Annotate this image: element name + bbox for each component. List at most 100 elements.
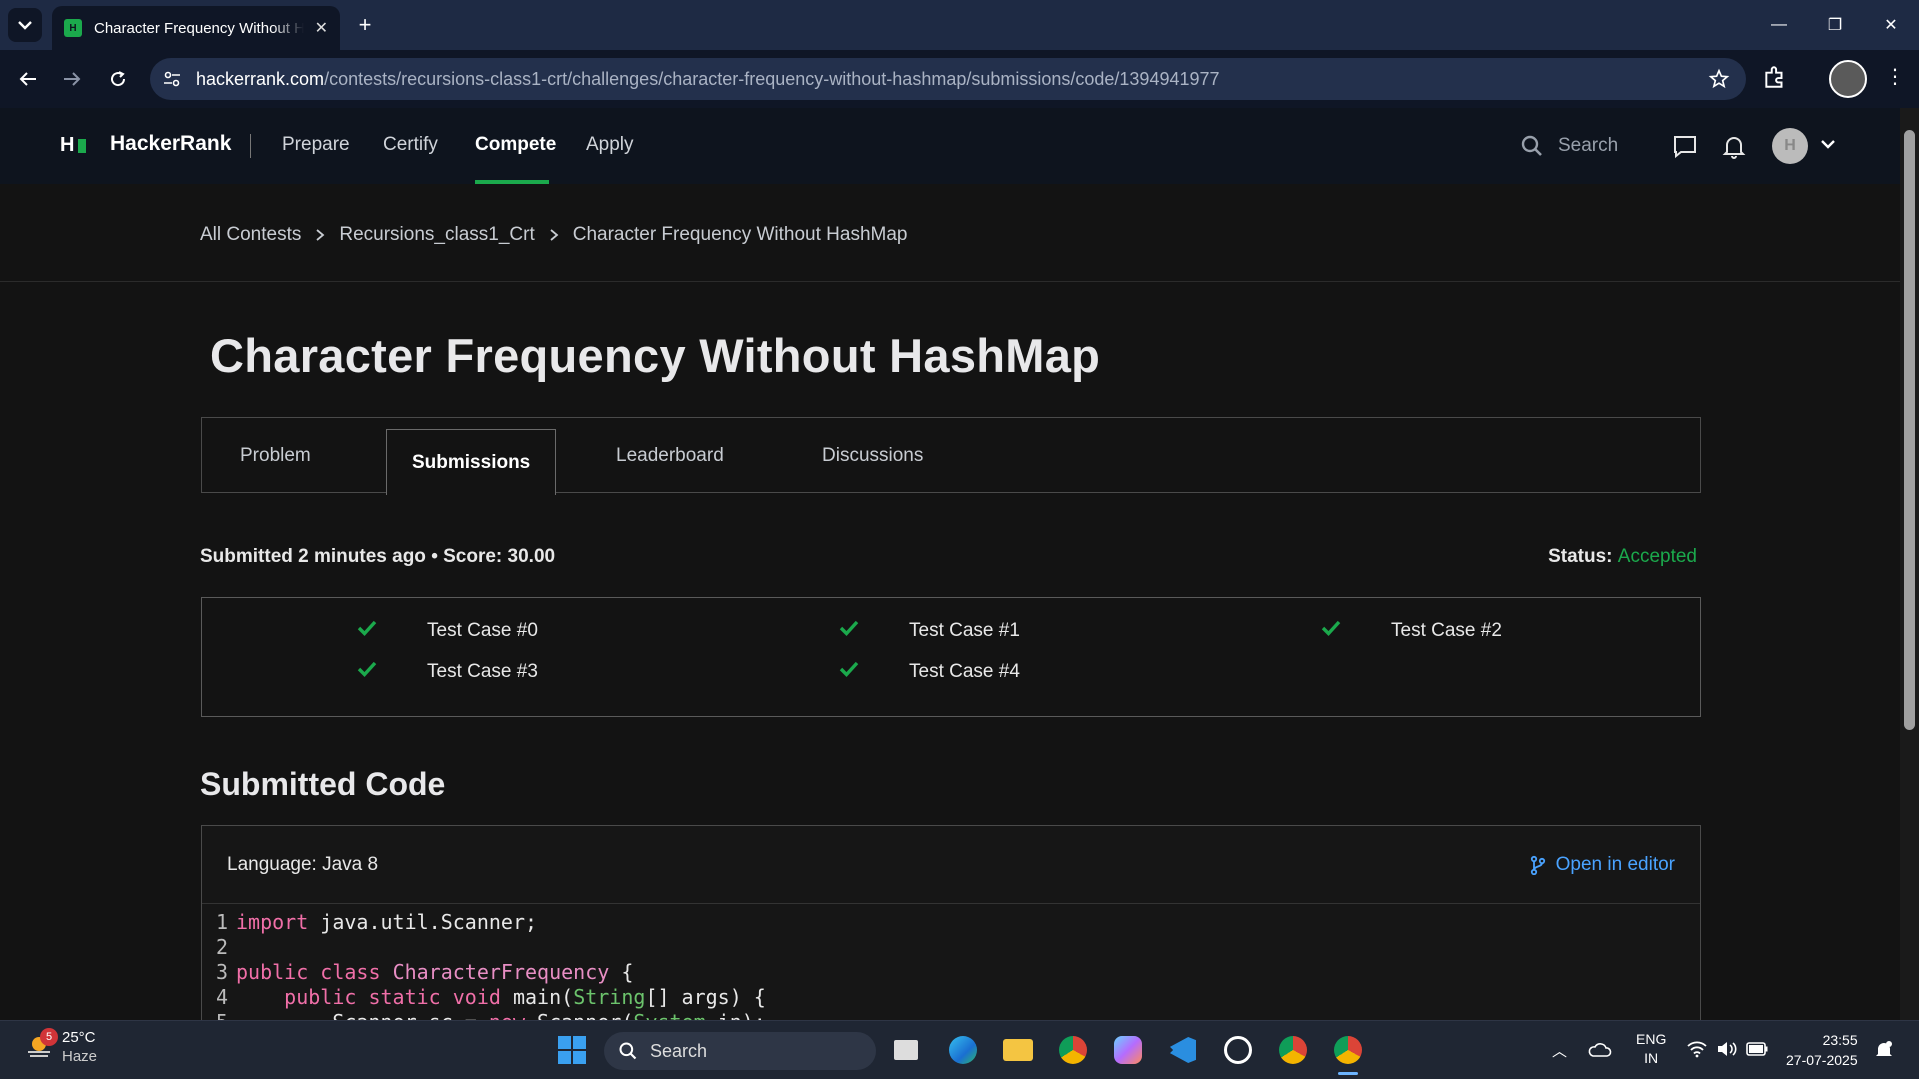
code-line: 1 import java.util.Scanner; bbox=[215, 910, 538, 934]
site-search[interactable]: Search bbox=[1520, 134, 1618, 158]
status-label: Status: bbox=[1548, 546, 1613, 567]
search-icon bbox=[1521, 135, 1542, 156]
show-hidden-icons[interactable]: ︿ bbox=[1552, 1040, 1567, 1061]
test-case-item[interactable]: Test Case #3 bbox=[357, 661, 538, 683]
search-icon bbox=[619, 1042, 637, 1060]
tab-discussions[interactable]: Discussions bbox=[822, 418, 923, 494]
bookmark-star-icon[interactable] bbox=[1708, 68, 1730, 90]
back-button[interactable] bbox=[12, 63, 44, 95]
submitted-code-heading: Submitted Code bbox=[200, 766, 446, 802]
chrome-icon[interactable] bbox=[1055, 1032, 1091, 1068]
scrollbar-thumb[interactable] bbox=[1904, 130, 1915, 730]
task-view-icon[interactable] bbox=[888, 1032, 924, 1068]
page-scrollbar[interactable] bbox=[1900, 108, 1919, 1020]
extensions-puzzle-icon[interactable] bbox=[1762, 64, 1788, 90]
url-path: /contests/recursions-class1-crt/challeng… bbox=[324, 68, 1220, 89]
code-line: 4 public static void main(String[] args)… bbox=[215, 985, 766, 1009]
browser-menu-icon[interactable]: ⋮ bbox=[1885, 64, 1905, 89]
hackerrank-logo[interactable]: H bbox=[60, 134, 87, 157]
status-value: Accepted bbox=[1617, 546, 1697, 567]
taskbar-clock[interactable]: 23:55 27-07-2025 bbox=[1786, 1030, 1858, 1070]
notifications-bell-icon[interactable] bbox=[1722, 134, 1746, 160]
notification-center-icon[interactable] bbox=[1874, 1040, 1894, 1060]
nav-link-prepare[interactable]: Prepare bbox=[282, 134, 350, 156]
tab-submissions[interactable]: Submissions bbox=[386, 429, 557, 495]
reload-button[interactable] bbox=[102, 63, 134, 95]
test-case-item[interactable]: Test Case #4 bbox=[839, 661, 1020, 683]
close-window-button[interactable]: ✕ bbox=[1863, 0, 1919, 50]
chevron-down-icon[interactable] bbox=[1820, 138, 1836, 150]
reload-icon bbox=[111, 71, 126, 87]
nav-link-compete[interactable]: Compete bbox=[475, 134, 556, 156]
nav-divider bbox=[250, 134, 251, 158]
whatsapp-icon[interactable] bbox=[1220, 1032, 1256, 1068]
taskbar-search[interactable]: Search bbox=[604, 1032, 876, 1070]
forward-button[interactable] bbox=[56, 63, 88, 95]
check-icon bbox=[1321, 620, 1341, 636]
address-bar[interactable]: hackerrank.com/contests/recursions-class… bbox=[150, 58, 1746, 100]
code-text: public class CharacterFrequency { bbox=[236, 960, 634, 984]
chrome-active-icon[interactable] bbox=[1330, 1032, 1366, 1068]
check-icon bbox=[357, 620, 377, 636]
code-line: 3 public class CharacterFrequency { bbox=[215, 960, 634, 984]
tab-leaderboard[interactable]: Leaderboard bbox=[616, 418, 724, 494]
minimize-button[interactable]: — bbox=[1751, 0, 1807, 50]
search-placeholder: Search bbox=[1558, 135, 1619, 156]
language-label: Language: Java 8 bbox=[227, 853, 379, 875]
check-icon bbox=[839, 620, 859, 636]
edge-icon[interactable] bbox=[945, 1032, 981, 1068]
onedrive-cloud-icon[interactable] bbox=[1588, 1040, 1612, 1058]
chrome-profile-icon[interactable] bbox=[1275, 1032, 1311, 1068]
arrow-left-icon bbox=[19, 72, 36, 86]
copilot-icon[interactable] bbox=[1110, 1032, 1146, 1068]
wifi-icon[interactable] bbox=[1686, 1040, 1708, 1058]
challenge-tabs: Problem Submissions Leaderboard Discussi… bbox=[201, 417, 1701, 495]
code-line: 2 bbox=[215, 935, 228, 959]
breadcrumb-challenge[interactable]: Character Frequency Without HashMap bbox=[573, 224, 908, 246]
profile-avatar[interactable] bbox=[1829, 60, 1867, 98]
code-viewer: Language: Java 8 Open in editor 1 import … bbox=[201, 825, 1701, 1025]
url-host: hackerrank.com bbox=[196, 68, 325, 89]
open-in-editor-link[interactable]: Open in editor bbox=[1530, 854, 1675, 876]
new-tab-button[interactable]: + bbox=[350, 10, 380, 40]
weather-widget[interactable]: 25°C Haze bbox=[24, 1028, 97, 1066]
windows-start-icon[interactable] bbox=[554, 1032, 590, 1068]
chevron-down-icon bbox=[18, 21, 32, 30]
nav-link-certify[interactable]: Certify bbox=[383, 134, 438, 156]
chevron-right-icon bbox=[316, 229, 325, 241]
user-avatar[interactable]: H bbox=[1772, 128, 1808, 164]
close-tab-icon[interactable]: ✕ bbox=[315, 18, 328, 38]
breadcrumb-contest[interactable]: Recursions_class1_Crt bbox=[339, 224, 534, 246]
site-info-icon[interactable] bbox=[162, 69, 182, 89]
check-icon bbox=[357, 661, 377, 677]
breadcrumb: All Contests Recursions_class1_Crt Chara… bbox=[200, 224, 908, 246]
code-text: import java.util.Scanner; bbox=[236, 910, 538, 934]
code-header: Language: Java 8 Open in editor bbox=[202, 826, 1700, 904]
messages-icon[interactable] bbox=[1672, 134, 1698, 160]
submission-status: Status: Accepted bbox=[1548, 546, 1697, 568]
restore-button[interactable]: ❐ bbox=[1807, 0, 1863, 50]
divider bbox=[0, 281, 1900, 282]
check-icon bbox=[839, 661, 859, 677]
input-language[interactable]: ENG IN bbox=[1636, 1030, 1666, 1068]
test-case-item[interactable]: Test Case #0 bbox=[357, 620, 538, 642]
test-case-item[interactable]: Test Case #2 bbox=[1321, 620, 1502, 642]
code-body[interactable]: 1 import java.util.Scanner; 2 3 public cla… bbox=[202, 904, 1700, 1024]
test-case-item[interactable]: Test Case #1 bbox=[839, 620, 1020, 642]
active-nav-indicator bbox=[475, 180, 549, 184]
nav-link-apply[interactable]: Apply bbox=[586, 134, 634, 156]
browser-tab[interactable]: H Character Frequency Without HashMap ✕ bbox=[52, 6, 340, 50]
breadcrumb-all-contests[interactable]: All Contests bbox=[200, 224, 301, 246]
tab-problem[interactable]: Problem bbox=[240, 418, 311, 494]
submission-info: Submitted 2 minutes ago • Score: 30.00 bbox=[200, 546, 556, 567]
file-explorer-icon[interactable] bbox=[1000, 1032, 1036, 1068]
code-text: public static void main(String[] args) { bbox=[284, 985, 766, 1009]
weather-badge: 5 bbox=[40, 1028, 58, 1046]
active-app-indicator bbox=[1338, 1072, 1358, 1075]
volume-icon[interactable] bbox=[1716, 1040, 1738, 1058]
battery-icon[interactable] bbox=[1746, 1042, 1768, 1056]
brand-name[interactable]: HackerRank bbox=[110, 132, 231, 156]
vscode-icon[interactable] bbox=[1165, 1032, 1201, 1068]
tab-search-button[interactable] bbox=[8, 8, 42, 42]
chevron-right-icon bbox=[550, 229, 559, 241]
